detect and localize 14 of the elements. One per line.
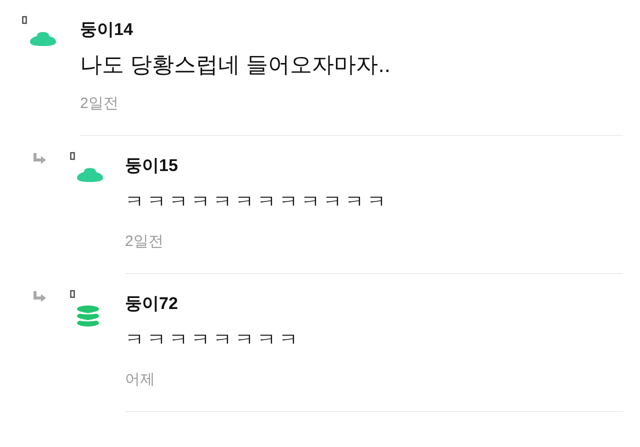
square-icon [22, 16, 27, 24]
comment-time: 2일전 [80, 94, 118, 114]
comment-time: 어제 [125, 370, 155, 390]
square-icon [70, 152, 75, 160]
author-name: 둥이14 [80, 19, 133, 41]
comment-text: 나도 당황스럽네 들어오자마자.. [80, 51, 390, 79]
author-name: 둥이15 [125, 155, 178, 177]
comment-text: ㅋㅋㅋㅋㅋㅋㅋㅋ [125, 329, 301, 353]
reply-arrow-icon [33, 152, 47, 166]
comment-text: ㅋㅋㅋㅋㅋㅋㅋㅋㅋㅋㅋㅋ [125, 191, 389, 215]
comment-time: 2일전 [125, 232, 164, 252]
author-name: 둥이72 [125, 293, 178, 315]
reply-arrow-icon [33, 290, 47, 304]
square-icon [70, 290, 75, 298]
